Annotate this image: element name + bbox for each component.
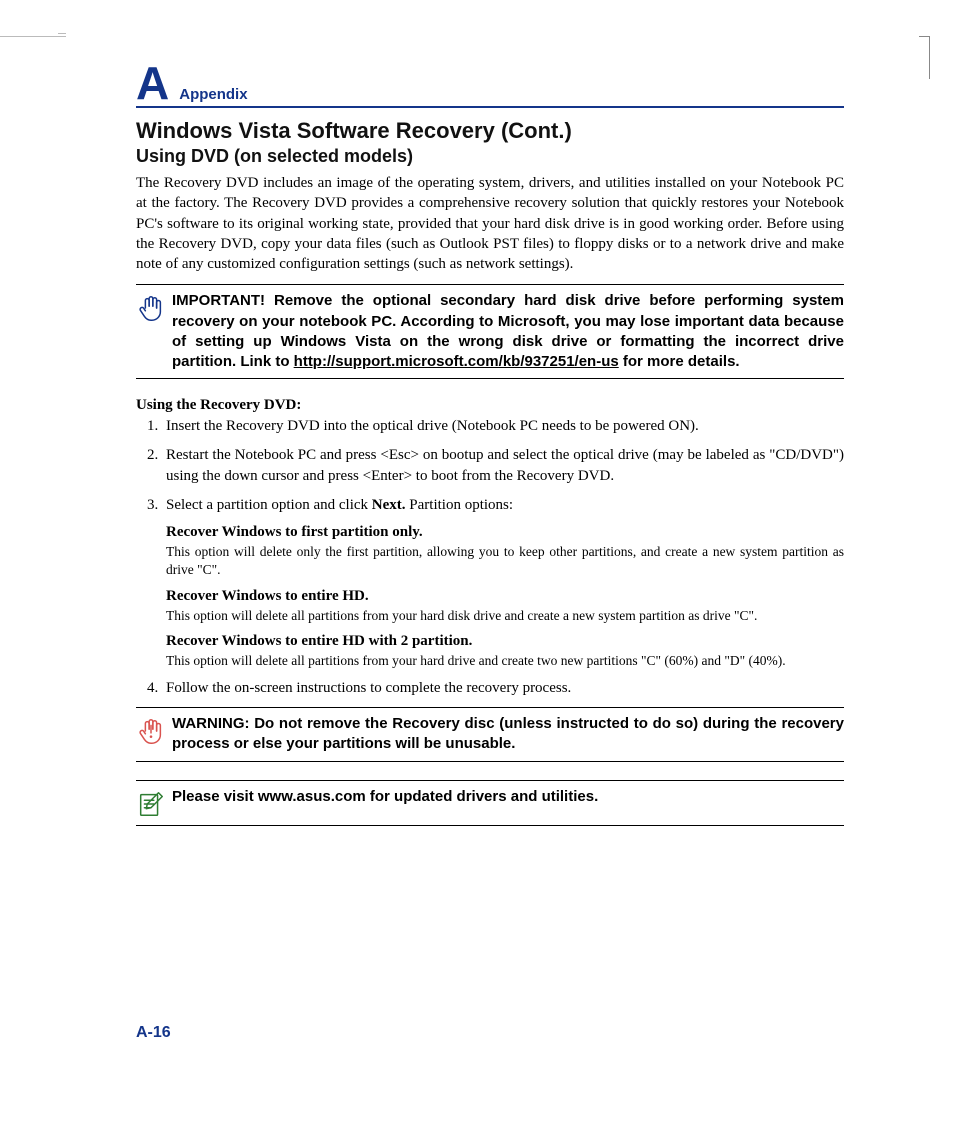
option-a-desc: This option will delete only the first p… (166, 543, 844, 579)
warning-callout: WARNING: Do not remove the Recovery disc… (136, 707, 844, 762)
crop-mark-left (0, 36, 66, 45)
hand-stop-icon (136, 293, 166, 323)
manual-page: A Appendix Windows Vista Software Recove… (0, 0, 954, 1136)
page-number: A-16 (136, 1024, 171, 1042)
step-3-pre: Select a partition option and click (166, 497, 372, 513)
option-a: Recover Windows to first partition only.… (166, 522, 844, 579)
option-b: Recover Windows to entire HD. This optio… (166, 586, 844, 625)
option-c-title: Recover Windows to entire HD with 2 part… (166, 631, 844, 652)
step-4: Follow the on-screen instructions to com… (162, 678, 844, 699)
page-title: Windows Vista Software Recovery (Cont.) (136, 118, 844, 144)
option-c-desc: This option will delete all partitions f… (166, 652, 844, 670)
page-subtitle: Using DVD (on selected models) (136, 146, 844, 167)
note-callout: Please visit www.asus.com for updated dr… (136, 780, 844, 826)
steps-heading: Using the Recovery DVD: (136, 397, 844, 414)
crop-mark-right (919, 36, 930, 79)
important-link[interactable]: http://support.microsoft.com/kb/937251/e… (294, 353, 619, 370)
step-2: Restart the Notebook PC and press <Esc> … (162, 445, 844, 487)
option-a-title: Recover Windows to first partition only. (166, 522, 844, 543)
note-icon (136, 789, 166, 819)
important-callout: IMPORTANT! Remove the optional secondary… (136, 284, 844, 379)
intro-paragraph: The Recovery DVD includes an image of th… (136, 173, 844, 274)
steps-list: Insert the Recovery DVD into the optical… (136, 416, 844, 699)
warning-text: WARNING: Do not remove the Recovery disc… (172, 714, 844, 755)
option-c: Recover Windows to entire HD with 2 part… (166, 631, 844, 670)
important-post: for more details. (619, 353, 740, 370)
option-b-title: Recover Windows to entire HD. (166, 586, 844, 607)
important-text: IMPORTANT! Remove the optional secondary… (172, 291, 844, 372)
section-label: Appendix (179, 86, 247, 103)
option-b-desc: This option will delete all partitions f… (166, 607, 844, 625)
step-3: Select a partition option and click Next… (162, 495, 844, 670)
step-3-post: Partition options: (406, 497, 514, 513)
step-3-bold: Next. (372, 497, 406, 513)
section-header: A Appendix (136, 60, 844, 108)
section-letter: A (136, 60, 169, 106)
note-text: Please visit www.asus.com for updated dr… (172, 787, 844, 807)
warning-hand-icon (136, 716, 166, 746)
step-1: Insert the Recovery DVD into the optical… (162, 416, 844, 437)
